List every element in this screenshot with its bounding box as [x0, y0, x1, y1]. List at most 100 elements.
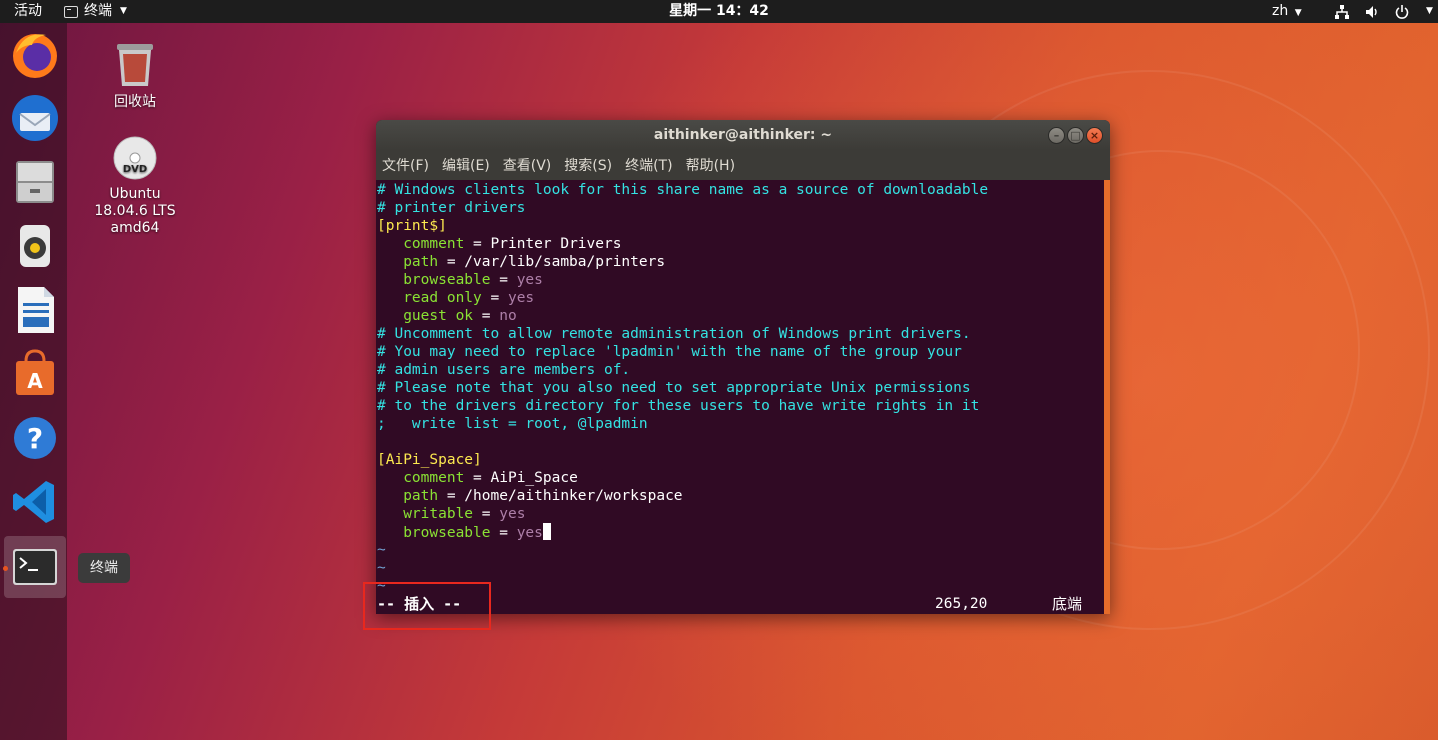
- terminal-line: comment = AiPi_Space: [377, 469, 578, 487]
- terminal-line: # admin users are members of.: [377, 361, 630, 379]
- terminal-line: read only = yes: [377, 289, 534, 307]
- terminal-line: # printer drivers: [377, 199, 525, 217]
- desktop-trash[interactable]: 回收站: [80, 40, 190, 111]
- terminal-text: path: [377, 488, 439, 504]
- terminal-text: comment: [377, 470, 465, 486]
- terminal-line: [AiPi_Space]: [377, 451, 482, 469]
- terminal-text: =: [481, 290, 508, 306]
- dvd-label-line3: amd64: [110, 220, 160, 236]
- terminal-line: # to the drivers directory for these use…: [377, 397, 979, 415]
- dock-firefox[interactable]: [4, 23, 66, 85]
- terminal-line: writable = yes: [377, 505, 525, 523]
- dock-software[interactable]: A: [4, 343, 66, 405]
- thunderbird-icon: [12, 95, 58, 141]
- terminal-text: read only: [377, 290, 482, 306]
- terminal-text: = /home/aithinker/workspace: [438, 488, 683, 504]
- terminal-line: browseable = yes: [377, 271, 543, 289]
- terminal-text: no: [499, 308, 517, 324]
- menu-bar: 文件(F) 编辑(E) 查看(V) 搜索(S) 终端(T) 帮助(H): [376, 150, 1110, 180]
- dock-terminal[interactable]: [4, 536, 66, 598]
- vscode-icon: [13, 481, 54, 523]
- terminal-text: yes: [516, 525, 543, 541]
- menu-view[interactable]: 查看(V): [503, 150, 552, 180]
- window-title: aithinker@aithinker: ~: [653, 127, 833, 143]
- trash-icon: [117, 44, 153, 86]
- terminal-line: path = /home/aithinker/workspace: [377, 487, 683, 505]
- svg-text:?: ?: [27, 422, 43, 455]
- terminal-line: # Uncomment to allow remote administrati…: [377, 325, 971, 343]
- terminal-line: path = /var/lib/samba/printers: [377, 253, 665, 271]
- window-titlebar[interactable]: aithinker@aithinker: ~ – □ ×: [376, 120, 1110, 150]
- terminal-line: [print$]: [377, 217, 447, 235]
- menu-help[interactable]: 帮助(H): [686, 150, 735, 180]
- terminal-line: ~: [377, 541, 386, 559]
- terminal-line: comment = Printer Drivers: [377, 235, 621, 253]
- terminal-icon: [13, 549, 57, 585]
- volume-icon: [1366, 5, 1377, 18]
- dock-rhythmbox[interactable]: [4, 215, 66, 277]
- terminal-window[interactable]: aithinker@aithinker: ~ – □ × 文件(F) 编辑(E)…: [376, 120, 1110, 614]
- terminal-text: ~: [377, 560, 386, 576]
- terminal-text: =: [473, 308, 500, 324]
- trash-label: 回收站: [114, 94, 156, 110]
- power-icon: [1395, 4, 1409, 19]
- dock: A ?: [0, 23, 67, 740]
- terminal-line: ~: [377, 559, 386, 577]
- network-icon: [1335, 4, 1349, 19]
- close-button[interactable]: ×: [1086, 127, 1103, 144]
- terminal-line: browseable = yes: [377, 523, 551, 541]
- menu-terminal[interactable]: 终端(T): [625, 150, 672, 180]
- system-menu-button[interactable]: ▼: [1334, 2, 1433, 21]
- dock-help[interactable]: ?: [4, 407, 66, 469]
- terminal-text: [print$]: [377, 218, 447, 234]
- terminal-text: ; write list = root, @lpadmin: [377, 416, 648, 432]
- terminal-text: yes: [507, 290, 535, 306]
- terminal-line: ; write list = root, @lpadmin: [377, 415, 648, 433]
- input-method-label: zh: [1272, 3, 1289, 19]
- clock[interactable]: 星期一 14：42: [0, 2, 1438, 21]
- menu-edit[interactable]: 编辑(E): [442, 150, 490, 180]
- terminal-text: # admin users are members of.: [377, 362, 631, 378]
- chevron-down-icon: ▼: [1426, 6, 1433, 16]
- input-method-button[interactable]: zh ▼: [1272, 2, 1302, 23]
- terminal-line: # You may need to replace 'lpadmin' with…: [377, 343, 962, 361]
- terminal-text: ~: [377, 542, 386, 558]
- terminal-text: =: [473, 506, 500, 522]
- dock-files[interactable]: [4, 151, 66, 213]
- terminal-text: guest ok: [377, 308, 474, 324]
- rhythmbox-icon: [20, 225, 50, 267]
- svg-text:DVD: DVD: [123, 164, 147, 175]
- terminal-text: [AiPi_Space]: [377, 452, 482, 468]
- dvd-label-line1: Ubuntu: [109, 186, 161, 202]
- minimize-button[interactable]: –: [1048, 127, 1065, 144]
- terminal-text: browseable: [377, 272, 491, 288]
- scroll-position: 底端: [1052, 595, 1083, 613]
- terminal-content[interactable]: -- 插入 -- 265,20 底端 # Windows clients loo…: [376, 180, 1104, 614]
- terminal-text: # Please note that you also need to set …: [377, 380, 971, 396]
- dvd-label-line2: 18.04.6 LTS: [94, 203, 176, 219]
- libreoffice-writer-icon: [18, 287, 54, 333]
- terminal-text: = AiPi_Space: [464, 470, 578, 486]
- help-icon: ?: [14, 417, 56, 459]
- chevron-down-icon: ▼: [1294, 8, 1302, 18]
- menu-search[interactable]: 搜索(S): [564, 150, 612, 180]
- desktop-dvd[interactable]: DVD Ubuntu 18.04.6 LTS amd64: [80, 134, 190, 237]
- terminal-text: = Printer Drivers: [464, 236, 622, 252]
- scrollbar[interactable]: [1104, 180, 1110, 614]
- dock-thunderbird[interactable]: [4, 87, 66, 149]
- terminal-text: =: [490, 272, 517, 288]
- maximize-button[interactable]: □: [1067, 127, 1084, 144]
- software-center-icon: A: [16, 349, 54, 395]
- menu-file[interactable]: 文件(F): [382, 150, 429, 180]
- terminal-text: # printer drivers: [377, 200, 526, 216]
- terminal-text: = /var/lib/samba/printers: [438, 254, 666, 270]
- terminal-text: =: [490, 525, 517, 541]
- terminal-text: comment: [377, 236, 465, 252]
- terminal-line: # Windows clients look for this share na…: [377, 181, 988, 199]
- dock-vscode[interactable]: [4, 471, 66, 533]
- terminal-text: # Windows clients look for this share na…: [377, 182, 989, 198]
- dock-writer[interactable]: [4, 279, 66, 341]
- terminal-text: path: [377, 254, 439, 270]
- files-icon: [16, 161, 54, 203]
- firefox-icon: [13, 34, 57, 78]
